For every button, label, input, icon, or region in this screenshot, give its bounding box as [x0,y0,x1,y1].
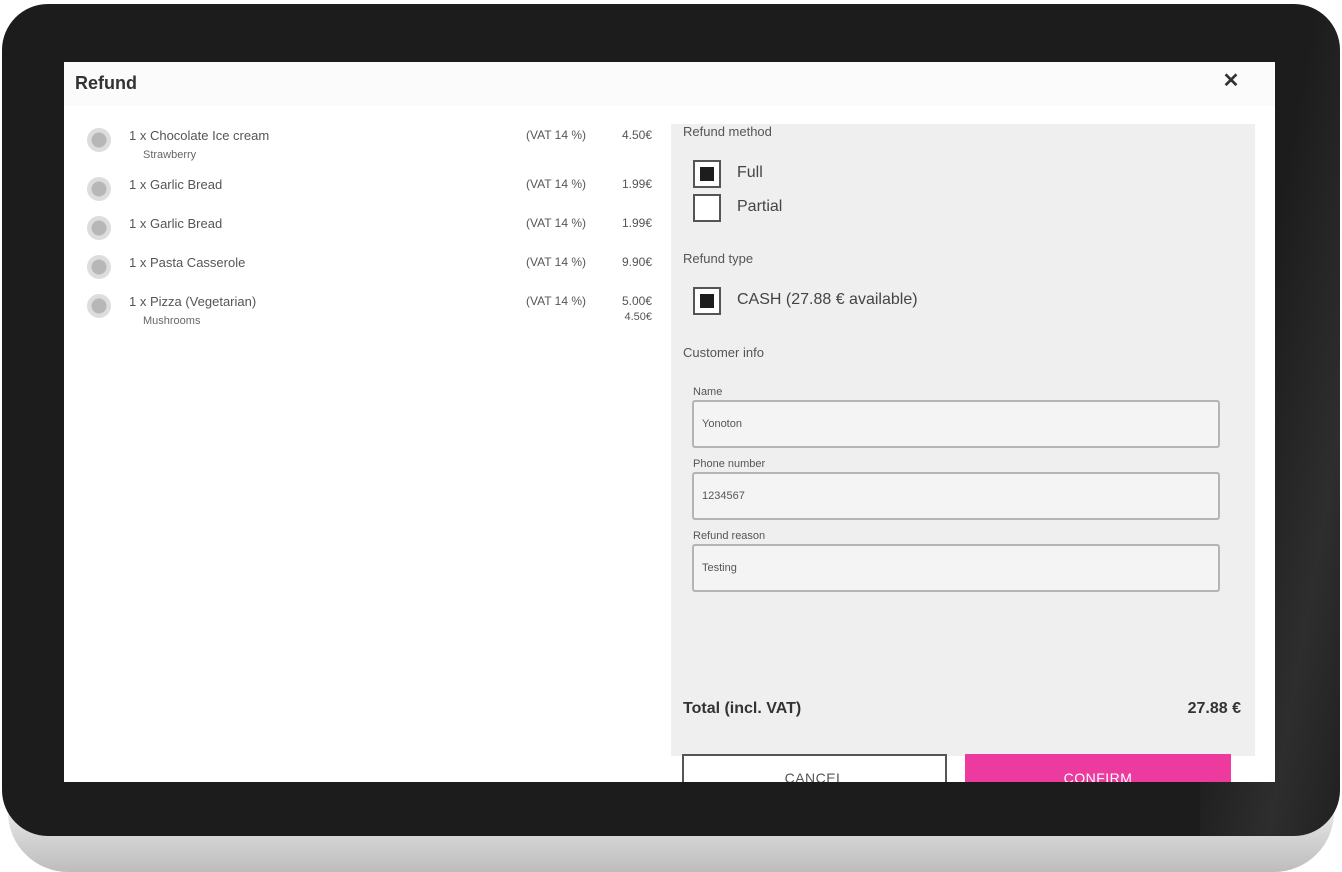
checkbox-checked-icon[interactable] [693,287,721,315]
list-item[interactable]: 1 x Chocolate Ice cream Strawberry (VAT … [64,122,664,161]
item-modifier-price: 4.50€ [624,311,652,323]
confirm-button[interactable]: CONFIRM [965,754,1231,782]
customer-info-label: Customer info [683,345,764,360]
item-vat: (VAT 14 %) [526,128,587,142]
option-label: Partial [737,198,783,215]
item-price: 1.99€ [621,177,652,191]
dialog-header: Refund ✕ [64,62,1275,106]
checkbox-unchecked-icon[interactable] [693,194,721,222]
refund-dialog: Refund ✕ 1 x Chocolate Ice cream Strawbe… [64,62,1275,782]
item-select-radio-icon[interactable] [87,216,111,240]
list-item[interactable]: 1 x Garlic Bread (VAT 14 %) 1.99€ [64,210,664,246]
total-value: 27.88 € [1187,700,1241,717]
item-vat: (VAT 14 %) [526,255,587,269]
item-name: 1 x Garlic Bread [129,177,223,192]
name-field-label: Name [693,386,723,398]
reason-field-label: Refund reason [693,530,766,542]
item-price: 4.50€ [621,128,652,142]
item-name: 1 x Pasta Casserole [129,255,246,270]
item-modifier: Strawberry [143,149,197,161]
phone-field[interactable] [692,472,1220,520]
item-modifier: Mushrooms [143,315,201,327]
close-icon[interactable]: ✕ [1220,70,1242,92]
option-label: Full [737,164,763,181]
item-vat: (VAT 14 %) [526,216,587,230]
item-price: 9.90€ [621,255,652,269]
item-select-radio-icon[interactable] [87,128,111,152]
refund-method-label: Refund method [683,124,772,139]
item-name: 1 x Chocolate Ice cream [129,128,270,143]
checkbox-checked-icon[interactable] [693,160,721,188]
item-select-radio-icon[interactable] [87,255,111,279]
option-label: CASH (27.88 € available) [737,291,918,308]
dialog-title: Refund [75,73,137,93]
refund-type-label: Refund type [683,251,754,266]
item-select-radio-icon[interactable] [87,177,111,201]
item-price: 5.00€ [621,294,652,308]
item-select-radio-icon[interactable] [87,294,111,318]
cancel-button[interactable]: CANCEL [682,754,947,782]
list-item[interactable]: 1 x Pizza (Vegetarian) Mushrooms (VAT 14… [64,288,664,327]
name-field[interactable] [692,400,1220,448]
item-vat: (VAT 14 %) [526,294,587,308]
total-label: Total (incl. VAT) [683,700,802,717]
list-item[interactable]: 1 x Pasta Casserole (VAT 14 %) 9.90€ [64,249,664,285]
refund-options-panel: Refund method Full Partial Refund type C… [671,124,1255,782]
item-vat: (VAT 14 %) [526,177,587,191]
list-item[interactable]: 1 x Garlic Bread (VAT 14 %) 1.99€ [64,171,664,207]
refund-reason-field[interactable] [692,544,1220,592]
item-name: 1 x Pizza (Vegetarian) [129,294,257,309]
phone-field-label: Phone number [693,458,766,470]
item-price: 1.99€ [621,216,652,230]
item-name: 1 x Garlic Bread [129,216,223,231]
